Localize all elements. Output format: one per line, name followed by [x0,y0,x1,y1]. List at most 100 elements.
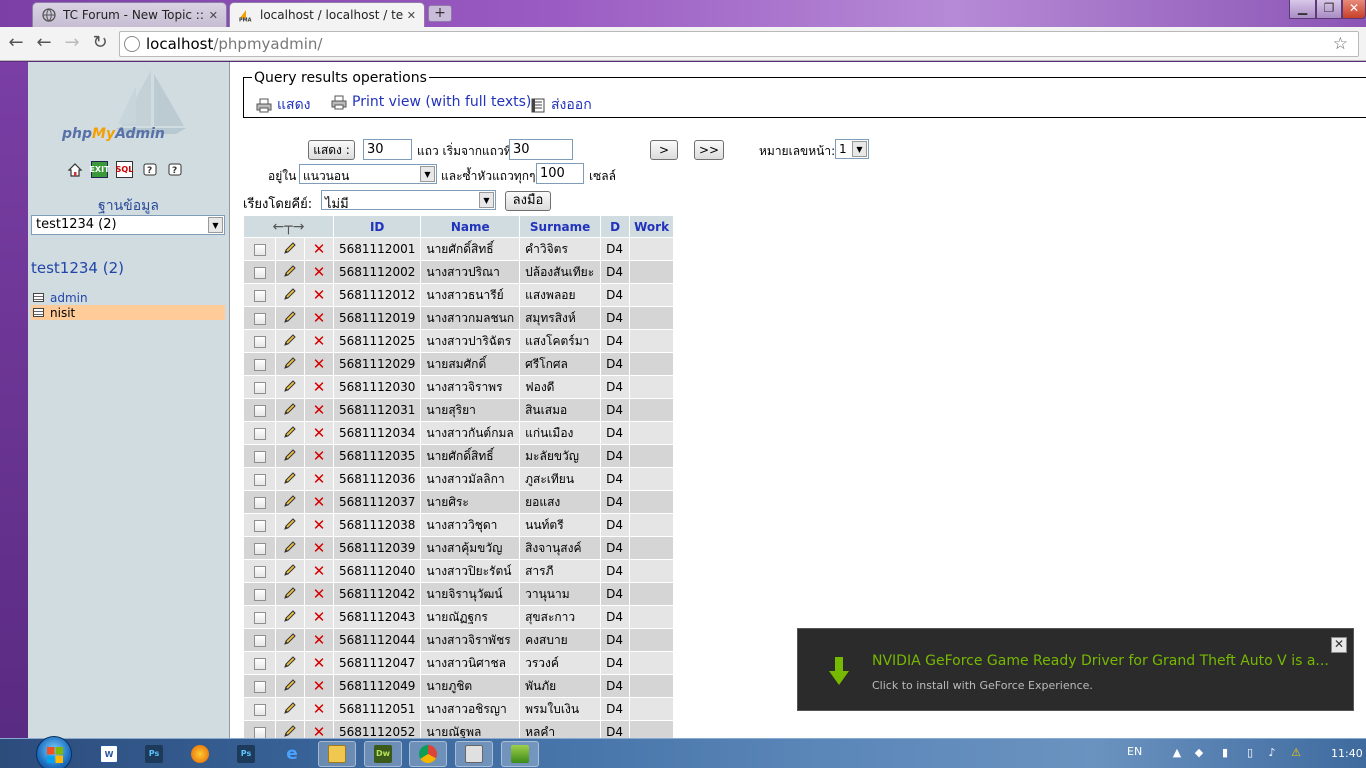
delete-x-icon[interactable]: ✕ [313,424,326,442]
pencil-edit-icon[interactable] [283,379,297,396]
back-arrow-icon[interactable]: ← [5,33,27,55]
row-checkbox[interactable] [253,680,266,693]
row-checkbox[interactable] [253,542,266,555]
show-link[interactable]: แสดง [256,94,311,116]
minimize-button[interactable]: ▁ [1289,0,1316,19]
pencil-edit-icon[interactable] [283,356,297,373]
tray-nvidia-icon[interactable]: ◆ [1192,746,1206,760]
pencil-edit-icon[interactable] [283,586,297,603]
tray-battery-icon[interactable]: ▯ [1243,746,1257,760]
nvidia-notification[interactable]: NVIDIA GeForce Game Ready Driver for Gra… [797,628,1354,711]
row-checkbox[interactable] [253,427,266,440]
pencil-edit-icon[interactable] [283,310,297,327]
row-checkbox[interactable] [253,703,266,716]
delete-x-icon[interactable]: ✕ [313,700,326,718]
address-bar[interactable]: localhost/phpmyadmin/ ☆ [119,31,1359,57]
delete-x-icon[interactable]: ✕ [313,608,326,626]
forward-arrow-icon[interactable]: → [61,33,83,55]
pencil-edit-icon[interactable] [283,724,297,739]
start-row-input[interactable]: 30 [509,139,573,160]
next-page-button[interactable]: > [650,140,678,160]
pencil-edit-icon[interactable] [283,655,297,672]
delete-x-icon[interactable]: ✕ [313,539,326,557]
column-header-id[interactable]: ID [334,216,421,237]
tab-close-icon[interactable]: ✕ [209,9,218,22]
row-checkbox[interactable] [253,243,266,256]
page-number-select[interactable]: 1 ▼ [835,139,869,159]
tab-close-icon[interactable]: ✕ [407,9,416,22]
column-header-name[interactable]: Name [421,216,520,237]
taskbar-word[interactable]: W [90,741,128,767]
new-tab-button[interactable]: + [428,5,452,22]
pencil-edit-icon[interactable] [283,264,297,281]
last-page-button[interactable]: >> [694,140,724,160]
column-resize-handle[interactable]: ←┬→ [244,216,333,237]
delete-x-icon[interactable]: ✕ [313,332,326,350]
delete-x-icon[interactable]: ✕ [313,286,326,304]
table-item-nisit[interactable]: nisit [31,305,225,320]
delete-x-icon[interactable]: ✕ [313,631,326,649]
sql-query-icon[interactable]: SQL [116,161,133,178]
pencil-edit-icon[interactable] [283,701,297,718]
column-header-work[interactable]: Work [630,216,674,237]
row-checkbox[interactable] [253,588,266,601]
tab-tc-forum[interactable]: TC Forum - New Topic :: เริ่ม ✕ [32,2,227,27]
tray-warning-icon[interactable]: ⚠ [1289,746,1303,760]
reload-icon[interactable]: ↻ [89,33,111,55]
tray-network-icon[interactable]: ▮ [1218,746,1232,760]
row-checkbox[interactable] [253,634,266,647]
bookmark-star-icon[interactable]: ☆ [1333,34,1348,54]
delete-x-icon[interactable]: ✕ [313,677,326,695]
taskbar-explorer[interactable] [318,741,356,767]
maximize-button[interactable]: ❐ [1316,0,1342,19]
pma-logo-text[interactable]: phpMyAdmin [62,126,165,142]
taskbar-dreamweaver[interactable]: Dw [364,741,402,767]
notification-close-icon[interactable]: ✕ [1331,637,1347,653]
print-view-link[interactable]: Print view (with full texts) [331,94,531,110]
start-button[interactable] [36,736,72,768]
delete-x-icon[interactable]: ✕ [313,378,326,396]
row-checkbox[interactable] [253,611,266,624]
database-link[interactable]: test1234 (2) [31,259,124,277]
delete-x-icon[interactable]: ✕ [313,516,326,534]
taskbar-network-app[interactable] [501,741,539,767]
delete-x-icon[interactable]: ✕ [313,240,326,258]
language-indicator[interactable]: EN [1127,745,1142,758]
row-checkbox[interactable] [253,726,266,738]
pencil-edit-icon[interactable] [283,609,297,626]
row-checkbox[interactable] [253,289,266,302]
row-checkbox[interactable] [253,473,266,486]
row-checkbox[interactable] [253,657,266,670]
pencil-edit-icon[interactable] [283,425,297,442]
taskbar-internet-explorer[interactable]: e [273,741,311,767]
pencil-edit-icon[interactable] [283,632,297,649]
pencil-edit-icon[interactable] [283,678,297,695]
docs-icon[interactable]: ? [141,161,158,178]
pencil-edit-icon[interactable] [283,402,297,419]
tray-volume-icon[interactable]: ♪ [1265,746,1279,760]
database-select[interactable]: test1234 (2) ▼ [31,215,225,235]
row-checkbox[interactable] [253,450,266,463]
delete-x-icon[interactable]: ✕ [313,723,326,738]
table-item-admin[interactable]: admin [31,290,225,305]
delete-x-icon[interactable]: ✕ [313,654,326,672]
row-checkbox[interactable] [253,404,266,417]
taskbar-paint[interactable] [455,741,493,767]
repeat-header-input[interactable]: 100 [536,163,584,184]
back-button-icon[interactable]: ← [33,33,55,55]
exit-icon[interactable]: EXIT [89,161,110,178]
delete-x-icon[interactable]: ✕ [313,493,326,511]
column-header-d[interactable]: D [601,216,630,237]
taskbar-clock[interactable]: 11:40 [1331,747,1363,760]
taskbar-photoshop[interactable]: Ps [135,741,173,767]
taskbar-firefox[interactable] [181,741,219,767]
delete-x-icon[interactable]: ✕ [313,562,326,580]
home-icon[interactable] [66,161,83,178]
row-checkbox[interactable] [253,335,266,348]
show-rows-button[interactable]: แสดง : [308,140,355,160]
pencil-edit-icon[interactable] [283,540,297,557]
row-checkbox[interactable] [253,266,266,279]
row-checkbox[interactable] [253,312,266,325]
delete-x-icon[interactable]: ✕ [313,470,326,488]
delete-x-icon[interactable]: ✕ [313,309,326,327]
